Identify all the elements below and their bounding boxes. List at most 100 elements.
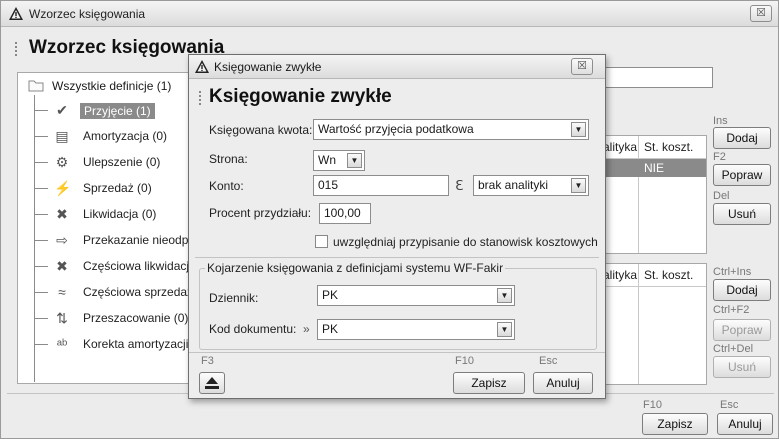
main-close-button[interactable]: ☒ [750,5,772,22]
procent-label: Procent przydziału: [209,206,312,220]
chevron-down-icon[interactable]: ▼ [571,122,586,137]
chevron-down-icon[interactable]: ▼ [571,178,586,193]
tree-item[interactable]: ✖ Częściowa likwidacja [18,256,206,276]
tree-item[interactable]: ⚡ Sprzedaż (0) [18,178,206,198]
tree-branch-line [34,136,48,137]
lower-col-st-koszt: St. koszt. [644,268,694,282]
lower-grid: alityka St. koszt. [599,263,707,385]
tree-item[interactable]: ⇨ Przekazanie nieodpł [18,230,206,250]
remove-button[interactable]: Usuń [713,203,771,225]
dialog-close-button[interactable]: ☒ [571,58,593,75]
tree-item[interactable]: ✖ Likwidacja (0) [18,204,206,224]
heading-grip [15,42,18,56]
document-icon: ▤ [55,128,69,144]
tree-item[interactable]: ᵃᵇ Korekta amortyzacji [18,334,206,354]
tree-item-label: Przyjęcie (1) [80,103,155,119]
dziennik-label: Dziennik: [209,291,259,305]
kwota-label: Księgowana kwota: [209,123,313,137]
tree-branch-line [34,318,48,319]
dziennik-dropdown[interactable]: PK ▼ [317,285,515,306]
check-icon: ✔ [56,102,68,118]
upper-grid: alityka St. koszt. NIE [599,135,707,254]
tree-branch-line [34,162,48,163]
upper-row-st-koszt: NIE [644,161,665,175]
add-button[interactable]: Dodaj [713,127,771,149]
dialog-save-button[interactable]: Zapisz [453,372,525,394]
tree-item[interactable]: ✔ Przyjęcie (1) [18,100,206,120]
remove-sub-button[interactable]: Usuń [713,356,771,378]
analityka-dropdown[interactable]: brak analityki ▼ [473,175,589,196]
f3-key-hint: F3 [201,355,214,367]
cancel-button[interactable]: Anuluj [717,413,773,435]
header-divider [600,286,706,287]
upper-selected-row[interactable]: NIE [600,159,706,177]
tree-branch-line [34,266,48,267]
tree-branch-line [34,344,48,345]
cost-center-checkbox-label: uwzględniaj przypisanie do stanowisk kos… [333,235,598,249]
upload-icon [205,377,219,389]
kod-dropdown[interactable]: PK ▼ [317,319,515,340]
tree-item-label: Ulepszenie (0) [83,155,161,169]
chevron-down-icon[interactable]: ▼ [497,288,512,303]
tree-item-label: Korekta amortyzacji [83,337,189,351]
tree-root[interactable]: Wszystkie definicje (1) [18,76,206,96]
ctrl-del-key-hint: Ctrl+Del [713,343,754,355]
dialog-footer-divider [189,352,605,353]
upload-button[interactable] [199,372,225,394]
edit-sub-button[interactable]: Popraw [713,319,771,341]
revaluation-icon: ⇅ [56,310,68,326]
tree-item[interactable]: ⇅ Przeszacowanie (0) [18,308,206,328]
dialog-titlebar: Księgowanie zwykłe ☒ [189,55,605,79]
save-button[interactable]: Zapisz [642,413,708,435]
partial-sale-icon: ≈ [58,284,66,300]
tree-branch-line [34,292,48,293]
main-window-title: Wzorzec księgowania [29,7,146,21]
chevron-down-icon[interactable]: ▼ [347,153,362,168]
analityka-value: brak analityki [478,178,549,192]
kod-label: Kod dokumentu: [209,322,297,336]
dialog-esc-key-hint: Esc [539,355,558,367]
main-titlebar: Wzorzec księgowania ☒ [1,1,778,27]
col-divider [638,264,639,384]
definitions-tree: Wszystkie definicje (1) ✔ Przyjęcie (1) ▤ A… [17,72,207,384]
edit-button[interactable]: Popraw [713,164,771,186]
analytics-link-icon[interactable]: ℇ [455,177,464,194]
warning-icon [9,7,23,20]
dialog-window-title: Księgowanie zwykłe [214,60,322,74]
dialog-cancel-button[interactable]: Anuluj [533,372,593,394]
kwota-dropdown[interactable]: Wartość przyjęcia podatkowa ▼ [313,119,589,140]
cost-center-checkbox[interactable] [315,235,328,248]
dialog-heading-grip [199,91,202,105]
del-key-hint: Del [713,190,730,202]
add-sub-button[interactable]: Dodaj [713,279,771,301]
tree-item-label: Częściowa sprzedaż [83,285,194,299]
tree-branch-line [34,240,48,241]
chevron-down-icon[interactable]: ▼ [497,322,512,337]
tree-item-label: Amortyzacja (0) [83,129,168,143]
integration-group-title: Kojarzenie księgowania z definicjami sys… [205,261,506,275]
tree-branch-line [34,110,48,111]
main-search-field[interactable] [601,67,713,88]
tree-item-label: Likwidacja (0) [83,207,157,221]
posting-dialog: Księgowanie zwykłe ☒ Księgowanie zwykłe … [188,54,606,399]
tree-item[interactable]: ⚙ Ulepszenie (0) [18,152,206,172]
ctrl-f2-key-hint: Ctrl+F2 [713,304,750,316]
upper-col-st-koszt: St. koszt. [644,140,694,154]
procent-value: 100,00 [324,206,361,220]
strona-value: Wn [318,153,336,167]
kod-value: PK [322,322,339,336]
tree-item-label: Przekazanie nieodpł [83,233,192,247]
dziennik-value: PK [322,288,339,302]
konto-input[interactable]: 015 [313,175,449,196]
strona-dropdown[interactable]: Wn ▼ [313,150,365,171]
f2-key-hint: F2 [713,151,726,163]
procent-input[interactable]: 100,00 [319,203,371,224]
tree-item[interactable]: ≈ Częściowa sprzedaż [18,282,206,302]
tree-branch-line [34,214,48,215]
tree-item[interactable]: ▤ Amortyzacja (0) [18,126,206,146]
transfer-icon: ⇨ [56,232,68,248]
ins-key-hint: Ins [713,115,728,127]
dialog-title: Księgowanie zwykłe [209,86,392,107]
sale-icon: ⚡ [54,180,72,196]
tree-root-label: Wszystkie definicje (1) [52,79,172,93]
